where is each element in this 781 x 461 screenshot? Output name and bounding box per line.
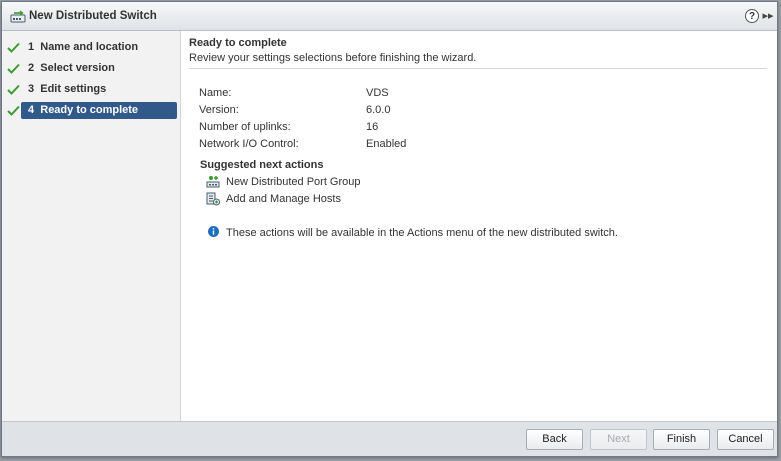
check-icon — [7, 63, 20, 74]
step-number: 3 — [28, 83, 35, 95]
port-group-icon — [206, 176, 220, 188]
cancel-button[interactable]: Cancel — [717, 429, 774, 450]
wizard-footer: Back Next Finish Cancel — [2, 421, 777, 456]
info-text: These actions will be available in the A… — [226, 227, 618, 239]
summary-value-uplinks: 16 — [366, 121, 379, 133]
distributed-switch-icon — [10, 10, 26, 23]
summary-value-name: VDS — [366, 87, 389, 99]
check-icon — [7, 42, 20, 53]
step-label: Select version — [40, 62, 115, 74]
summary-label-version: Version: — [199, 104, 239, 116]
summary-label-name: Name: — [199, 87, 232, 99]
next-button[interactable]: Next — [590, 429, 647, 450]
dialog-title: New Distributed Switch — [29, 10, 157, 22]
wizard-steps: 1 Name and location 2 Select version 3 E… — [2, 31, 181, 421]
summary-label-uplinks: Number of uplinks: — [199, 121, 291, 133]
action-label: Add and Manage Hosts — [226, 193, 341, 205]
back-button[interactable]: Back — [526, 429, 583, 450]
expand-panel-button[interactable]: ▸▸ — [762, 9, 774, 23]
help-button[interactable]: ? — [745, 9, 759, 23]
step-select-version[interactable]: 2 Select version — [21, 60, 177, 77]
action-label: New Distributed Port Group — [226, 176, 361, 188]
manage-hosts-icon — [206, 192, 220, 206]
step-number: 1 — [28, 41, 35, 53]
step-number: 4 — [28, 104, 35, 116]
page-title: Ready to complete — [189, 37, 287, 49]
step-ready-to-complete[interactable]: 4 Ready to complete — [21, 102, 177, 119]
step-edit-settings[interactable]: 3 Edit settings — [21, 81, 177, 98]
finish-button[interactable]: Finish — [653, 429, 710, 450]
info-icon — [208, 226, 219, 237]
summary-label-network-io-control: Network I/O Control: — [199, 138, 299, 150]
summary-value-network-io-control: Enabled — [366, 138, 407, 150]
suggested-next-actions-title: Suggested next actions — [200, 159, 324, 171]
summary-value-version: 6.0.0 — [366, 104, 391, 116]
dialog-titlebar: New Distributed Switch ? ▸▸ — [2, 2, 777, 31]
page-subtitle: Review your settings selections before f… — [189, 52, 477, 64]
wizard-content: Ready to complete Review your settings s… — [181, 31, 777, 421]
check-icon — [7, 105, 20, 116]
step-number: 2 — [28, 62, 35, 74]
new-distributed-switch-dialog: New Distributed Switch ? ▸▸ 1 Name and l… — [1, 1, 778, 457]
step-label: Name and location — [40, 41, 139, 53]
step-label: Edit settings — [40, 83, 107, 95]
header-divider — [189, 68, 767, 69]
check-icon — [7, 84, 20, 95]
step-label: Ready to complete — [40, 104, 139, 116]
step-name-and-location[interactable]: 1 Name and location — [21, 39, 177, 56]
